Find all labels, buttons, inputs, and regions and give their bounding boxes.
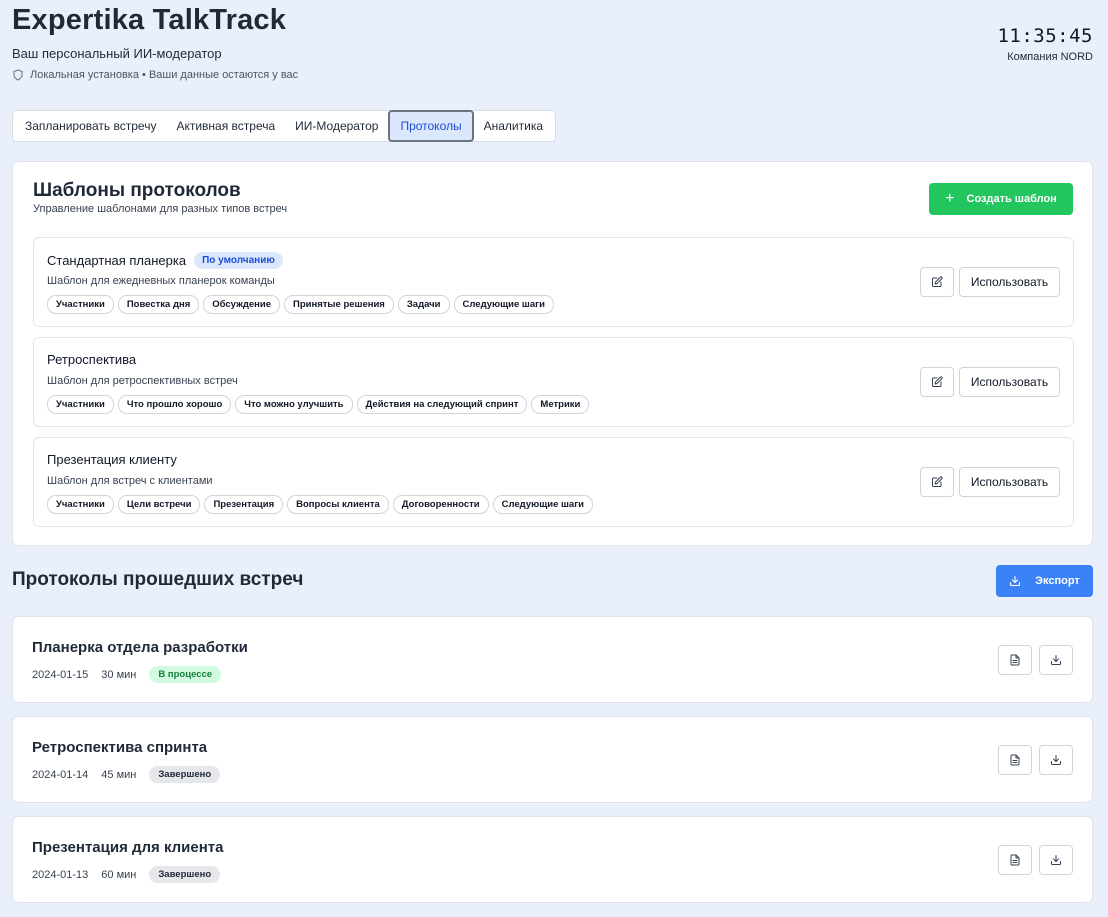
template-card: Ретроспектива Шаблон для ретроспективных… [33,337,1074,427]
view-protocol-button[interactable] [998,845,1032,875]
status-badge: В процессе [149,666,222,683]
export-button[interactable]: Экспорт [996,565,1093,597]
section-chip: Следующие шаги [453,295,554,314]
record-duration: 60 мин [101,868,137,881]
clock-area: 11:35:45 Компания NORD [997,25,1093,63]
section-chip: Следующие шаги [492,495,593,514]
templates-subtitle: Управление шаблонами для разных типов вс… [33,203,288,215]
template-card: Стандартная планерка По умолчанию Шаблон… [33,237,1074,327]
templates-panel: Шаблоны протоколов Управление шаблонами … [12,161,1093,546]
template-description: Шаблон для ретроспективных встреч [47,375,238,387]
records-title: Протоколы прошедших встреч [12,569,304,590]
download-protocol-button[interactable] [1039,845,1073,875]
record-date: 2024-01-15 [32,668,89,681]
section-chip: Что прошло хорошо [117,395,232,414]
document-icon [1010,754,1020,766]
section-chip: Метрики [531,395,590,414]
local-install-note: Локальная установка • Ваши данные остают… [12,69,298,81]
section-chip: Повестка дня [117,295,200,314]
section-chip: Что можно улучшить [235,395,353,414]
create-template-button[interactable]: + Создать шаблон [929,183,1073,215]
record-meta: 2024-01-15 30 мин В процессе [32,666,222,683]
download-icon [1051,855,1061,865]
template-sections: Участники Что прошло хорошо Что можно ул… [47,395,590,414]
template-description: Шаблон для ежедневных планерок команды [47,275,275,287]
view-protocol-button[interactable] [998,645,1032,675]
record-title: Презентация для клиента [32,839,224,856]
download-icon [1010,575,1021,587]
section-chip: Задачи [397,295,450,314]
create-template-label: Создать шаблон [966,193,1057,205]
record-title: Планерка отдела разработки [32,639,248,656]
section-chip: Обсуждение [203,295,280,314]
document-icon [1010,654,1020,666]
record-meta: 2024-01-14 45 мин Завершено [32,766,221,783]
template-sections: Участники Цели встречи Презентация Вопро… [47,495,593,514]
use-template-button[interactable]: Использовать [959,467,1060,497]
edit-icon [932,276,943,287]
download-icon [1051,755,1061,765]
template-name: Презентация клиенту [47,452,177,467]
company-name: Компания NORD [1007,51,1093,63]
download-icon [1051,655,1061,665]
section-chip: Презентация [204,495,284,514]
edit-template-button[interactable] [920,467,954,497]
default-badge: По умолчанию [194,252,283,269]
app-title: Expertika TalkTrack [12,4,287,36]
status-badge: Завершено [149,866,221,883]
section-chip: Действия на следующий спринт [356,395,528,414]
app-subtitle: Ваш персональный ИИ-модератор [12,46,222,61]
use-template-button[interactable]: Использовать [959,367,1060,397]
view-protocol-button[interactable] [998,745,1032,775]
app-header: Expertika TalkTrack Ваш персональный ИИ-… [12,4,298,81]
tab-protocols[interactable]: Протоколы [388,110,474,142]
template-name: Ретроспектива [47,352,137,367]
template-name: Стандартная планерка [47,253,187,268]
section-chip: Участники [47,395,114,414]
status-badge: Завершено [149,766,221,783]
record-title: Ретроспектива спринта [32,739,208,756]
meeting-record: Ретроспектива спринта 2024-01-14 45 мин … [12,716,1093,803]
section-chip: Договоренности [392,495,489,514]
record-date: 2024-01-14 [32,768,89,781]
record-date: 2024-01-13 [32,868,89,881]
section-chip: Участники [47,495,114,514]
meeting-record: Презентация для клиента 2024-01-13 60 ми… [12,816,1093,903]
record-meta: 2024-01-13 60 мин Завершено [32,866,221,883]
tab-ai-moderator[interactable]: ИИ-Модератор [285,113,388,139]
tab-active-meeting[interactable]: Активная встреча [166,113,285,139]
download-protocol-button[interactable] [1039,745,1073,775]
section-chip: Цели встречи [117,495,201,514]
local-note-text: Локальная установка • Ваши данные остают… [30,69,299,81]
edit-template-button[interactable] [920,367,954,397]
shield-icon [13,69,23,81]
use-template-button[interactable]: Использовать [959,267,1060,297]
section-chip: Вопросы клиента [287,495,389,514]
main-tabs: Запланировать встречу Активная встреча И… [12,110,557,142]
template-description: Шаблон для встреч с клиентами [47,475,213,487]
clock: 11:35:45 [997,25,1093,47]
template-sections: Участники Повестка дня Обсуждение Принят… [47,295,554,314]
download-protocol-button[interactable] [1039,645,1073,675]
template-card: Презентация клиенту Шаблон для встреч с … [33,437,1074,527]
edit-icon [932,376,943,387]
record-duration: 45 мин [101,768,137,781]
tab-schedule-meeting[interactable]: Запланировать встречу [15,113,166,139]
edit-icon [932,476,943,487]
section-chip: Принятые решения [284,295,394,314]
edit-template-button[interactable] [920,267,954,297]
export-label: Экспорт [1035,575,1080,587]
tab-analytics[interactable]: Аналитика [474,113,553,139]
meeting-record: Планерка отдела разработки 2024-01-15 30… [12,616,1093,703]
templates-title: Шаблоны протоколов [33,180,241,201]
section-chip: Участники [47,295,114,314]
record-duration: 30 мин [101,668,137,681]
document-icon [1010,854,1020,866]
plus-icon: + [945,190,955,207]
